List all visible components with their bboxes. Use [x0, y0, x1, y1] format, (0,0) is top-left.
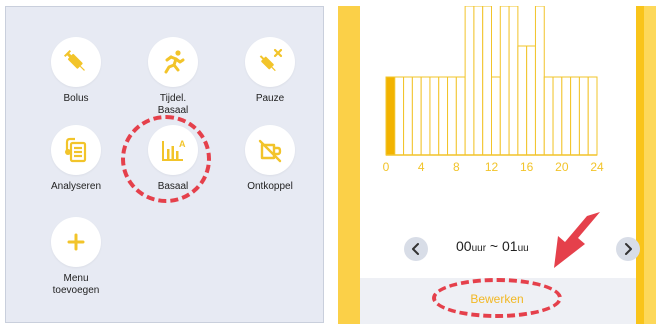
bolus-button[interactable]: [51, 37, 101, 87]
menu-item-bolus[interactable]: Bolus: [31, 37, 121, 105]
basal-detail-panel: 0 4 8 12 16 20 24 00uur ~ 01uu Bewerken: [338, 6, 656, 324]
menu-item-disconnect[interactable]: Ontkoppel: [225, 125, 315, 193]
add-menu-button[interactable]: [51, 217, 101, 267]
temp-basal-button[interactable]: [148, 37, 198, 87]
disconnect-button[interactable]: [245, 125, 295, 175]
plus-icon: [67, 233, 85, 251]
disconnect-label: Ontkoppel: [247, 181, 293, 192]
syringe-icon: [63, 49, 85, 71]
menu-item-add-menu[interactable]: Menu toevoegen: [31, 217, 121, 297]
bolus-label: Bolus: [63, 93, 89, 104]
running-person-icon: [164, 50, 185, 74]
add-menu-label: Menu toevoegen: [52, 273, 100, 296]
temp-basal-label: Tijdel. Basaal: [157, 93, 189, 116]
menu-item-temp-basal[interactable]: Tijdel. Basaal: [128, 37, 218, 117]
pause-button[interactable]: [245, 37, 295, 87]
pause-label: Pauze: [255, 93, 285, 104]
pointer-arrow-icon: [554, 212, 600, 268]
menu-item-pause[interactable]: Pauze: [225, 37, 315, 105]
menu-panel: Bolus Tijdel. Basaal Pauze Analyseren A …: [5, 6, 324, 323]
analyze-button[interactable]: [51, 125, 101, 175]
disconnect-icon: [258, 139, 282, 163]
menu-item-analyze[interactable]: Analyseren: [31, 125, 121, 193]
analyze-label: Analyseren: [50, 181, 102, 192]
syringe-x-icon: [259, 48, 283, 72]
clipboard-icon: [65, 137, 87, 163]
basal-highlight-circle: [121, 115, 211, 203]
